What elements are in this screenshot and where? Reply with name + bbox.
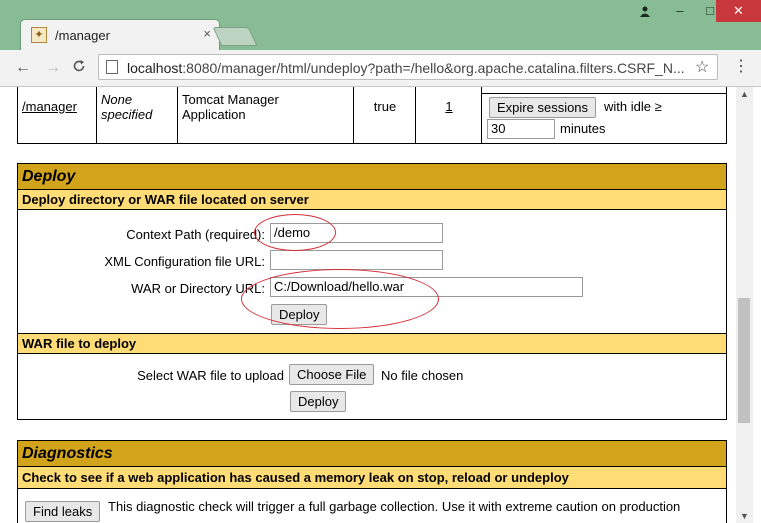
minutes-label: minutes	[560, 121, 606, 136]
deploy-section: Deploy Deploy directory or WAR file loca…	[17, 163, 727, 420]
page-viewport: /manager None specified Tomcat Manager A…	[0, 87, 761, 523]
app-running-cell: true	[354, 87, 416, 143]
xml-config-url-label: XML Configuration file URL:	[104, 254, 265, 269]
app-commands-cell: Expire sessions with idle ≥ 30 minutes	[482, 87, 727, 143]
minimize-icon[interactable]: –	[665, 0, 695, 22]
applications-table-row: /manager None specified Tomcat Manager A…	[17, 87, 727, 144]
diagnostics-section: Diagnostics Check to see if a web applic…	[17, 440, 727, 523]
diagnostics-description: This diagnostic check will trigger a ful…	[108, 499, 681, 514]
with-idle-label: with idle ≥	[604, 99, 662, 114]
browser-window: ✦ /manager × – □ ✕ ← → localhost:8080/ma…	[0, 0, 761, 523]
app-sessions-cell: 1	[416, 87, 482, 143]
expire-sessions-button[interactable]: Expire sessions	[489, 97, 597, 118]
app-path-link[interactable]: /manager	[22, 99, 77, 114]
tab-title: /manager	[55, 28, 110, 43]
idle-minutes-input[interactable]: 30	[487, 119, 555, 139]
address-bar[interactable]: localhost:8080/manager/html/undeploy?pat…	[98, 54, 718, 80]
no-file-chosen-text: No file chosen	[381, 368, 464, 383]
vertical-scrollbar[interactable]: ▲ ▼	[736, 87, 753, 523]
app-display-name-text: Tomcat Manager Application	[182, 92, 279, 122]
new-tab-button[interactable]	[212, 27, 258, 46]
context-path-annotation-ellipse	[254, 214, 336, 251]
window-close-icon[interactable]: ✕	[716, 0, 761, 22]
scrollbar-thumb[interactable]	[738, 298, 750, 423]
page-info-icon[interactable]	[106, 60, 118, 74]
app-display-name-cell: Tomcat Manager Application	[178, 87, 354, 143]
browser-menu-icon[interactable]: ⋮	[733, 58, 749, 76]
diagnostics-subheader: Check to see if a web application has ca…	[18, 467, 726, 489]
select-war-label: Select WAR file to upload	[137, 368, 284, 383]
bookmark-star-icon[interactable]: ☆	[695, 57, 709, 77]
tab-close-icon[interactable]: ×	[203, 26, 211, 41]
war-deploy-annotation-ellipse	[241, 269, 439, 329]
war-upload-subheader: WAR file to deploy	[18, 333, 726, 354]
deploy-upload-button[interactable]: Deploy	[290, 391, 347, 412]
commands-row-divider	[482, 87, 727, 94]
diagnostics-header: Diagnostics	[18, 441, 726, 467]
war-directory-url-label: WAR or Directory URL:	[131, 281, 265, 296]
context-path-label: Context Path (required):	[126, 227, 265, 242]
reload-icon[interactable]	[72, 59, 86, 78]
forward-arrow-icon[interactable]: →	[45, 59, 61, 77]
url-text[interactable]: localhost:8080/manager/html/undeploy?pat…	[127, 60, 687, 76]
browser-toolbar: ← → localhost:8080/manager/html/undeploy…	[0, 50, 761, 87]
deploy-server-subheader: Deploy directory or WAR file located on …	[18, 190, 726, 210]
deploy-header: Deploy	[18, 164, 726, 190]
xml-config-url-input[interactable]	[270, 250, 443, 270]
scroll-up-icon[interactable]: ▲	[740, 89, 749, 99]
app-version-text: None specified	[101, 92, 153, 122]
browser-tab[interactable]: ✦ /manager ×	[20, 19, 220, 51]
title-bar: ✦ /manager × – □ ✕	[0, 0, 761, 51]
app-version-cell: None specified	[97, 87, 178, 143]
user-icon[interactable]	[632, 0, 658, 22]
tomcat-favicon-icon: ✦	[31, 27, 47, 43]
choose-file-button[interactable]: Choose File	[289, 364, 375, 385]
scroll-down-icon[interactable]: ▼	[740, 511, 749, 521]
app-sessions-link[interactable]: 1	[416, 99, 482, 114]
app-path-cell: /manager	[18, 87, 97, 143]
app-running-text: true	[373, 99, 397, 114]
find-leaks-button[interactable]: Find leaks	[25, 501, 101, 522]
back-arrow-icon[interactable]: ←	[15, 59, 31, 77]
